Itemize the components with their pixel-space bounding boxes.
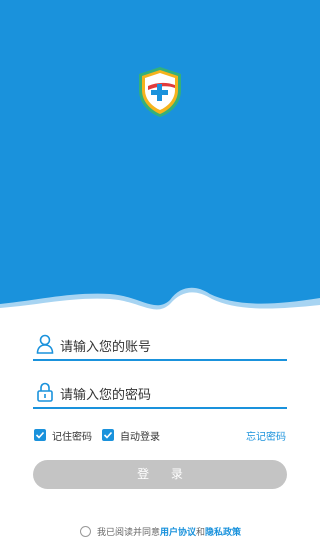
username-field[interactable]: 请输入您的账号 — [33, 333, 287, 361]
username-input[interactable]: 请输入您的账号 — [60, 336, 151, 355]
auto-login-label: 自动登录 — [120, 431, 160, 443]
agreement-radio[interactable] — [80, 525, 91, 537]
agreement-connector: 和 — [196, 527, 206, 538]
wave-decoration — [0, 287, 320, 340]
password-field[interactable]: 请输入您的密码 — [33, 381, 287, 409]
remember-password-option[interactable]: 记住密码 — [34, 427, 92, 443]
login-button[interactable]: 登 录 — [33, 460, 287, 489]
privacy-policy-link[interactable]: 隐私政策 — [205, 525, 241, 538]
lock-icon — [37, 382, 53, 402]
password-input[interactable]: 请输入您的密码 — [60, 384, 151, 403]
remember-password-checkbox[interactable] — [34, 429, 46, 441]
auto-login-checkbox[interactable] — [102, 429, 114, 441]
agreement-prefix: 我已阅读并同意 — [97, 527, 161, 538]
agreement-row: 我已阅读并同意 用户协议 和 隐私政策 — [80, 524, 241, 538]
remember-password-label: 记住密码 — [52, 431, 92, 443]
shield-plus-icon — [139, 67, 181, 117]
forgot-password-link[interactable]: 忘记密码 — [246, 428, 286, 443]
user-agreement-link[interactable]: 用户协议 — [160, 525, 196, 538]
auto-login-option[interactable]: 自动登录 — [102, 427, 160, 443]
user-icon — [36, 334, 54, 354]
